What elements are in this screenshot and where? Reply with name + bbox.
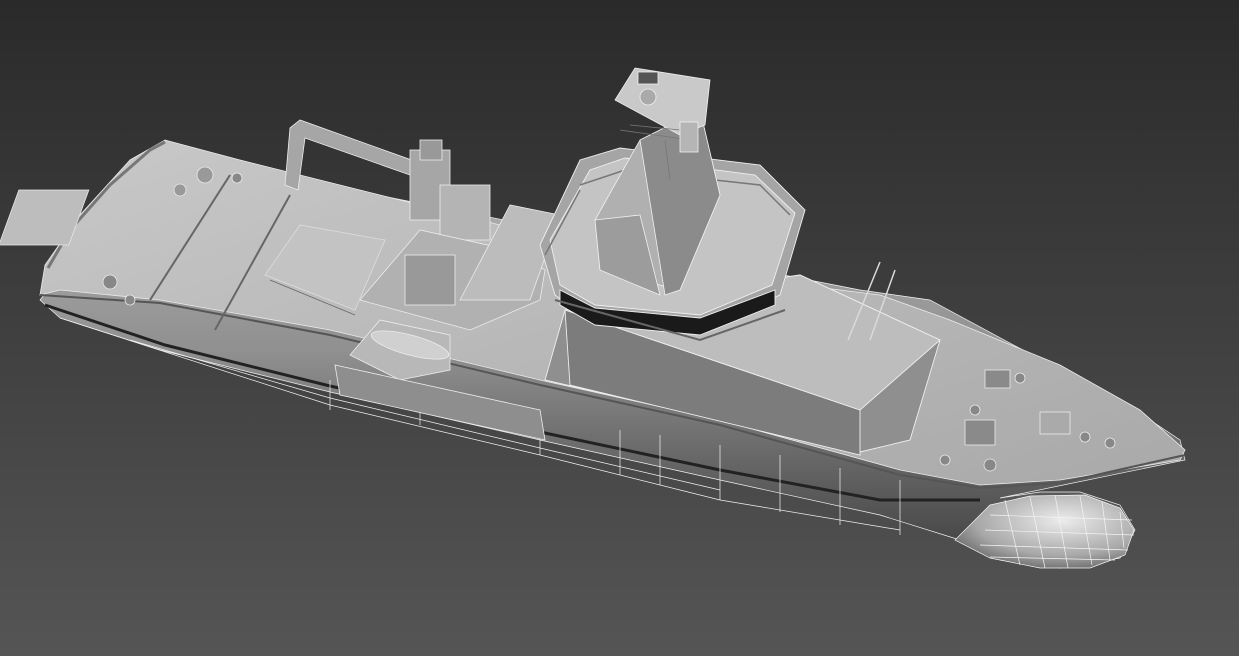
ship-model-render: [0, 0, 1239, 656]
3d-viewport[interactable]: [0, 0, 1239, 656]
